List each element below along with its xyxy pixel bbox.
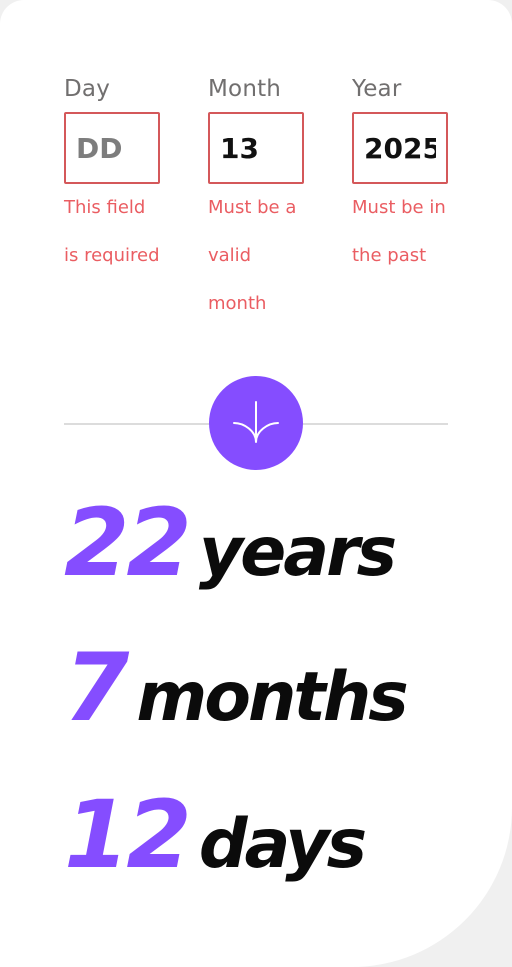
month-input[interactable] xyxy=(208,112,304,184)
years-value: 22 xyxy=(64,489,192,598)
year-label: Year xyxy=(352,76,402,102)
month-error: Must be a valid month xyxy=(208,197,297,314)
year-error: Must be in the past xyxy=(352,197,446,266)
age-calculator-card: Day This field is required Month Must be… xyxy=(0,0,512,967)
years-result: 22 years xyxy=(64,488,397,609)
month-label: Month xyxy=(208,76,282,102)
months-unit: months xyxy=(136,658,408,737)
months-value: 7 xyxy=(64,634,129,743)
day-label: Day xyxy=(64,76,111,102)
year-input[interactable] xyxy=(352,112,448,184)
days-unit: days xyxy=(198,805,367,884)
days-value: 12 xyxy=(64,781,192,890)
day-field: Day This field is required xyxy=(64,72,160,266)
years-unit: years xyxy=(198,513,397,592)
day-input[interactable] xyxy=(64,112,160,184)
months-result: 7 months xyxy=(64,633,409,754)
month-field: Month Must be a valid month xyxy=(208,72,304,314)
days-result: 12 days xyxy=(64,780,367,901)
year-field: Year Must be in the past xyxy=(352,72,448,266)
calculate-button[interactable] xyxy=(209,376,303,470)
arrow-down-icon xyxy=(233,401,279,443)
day-error: This field is required xyxy=(64,197,160,266)
